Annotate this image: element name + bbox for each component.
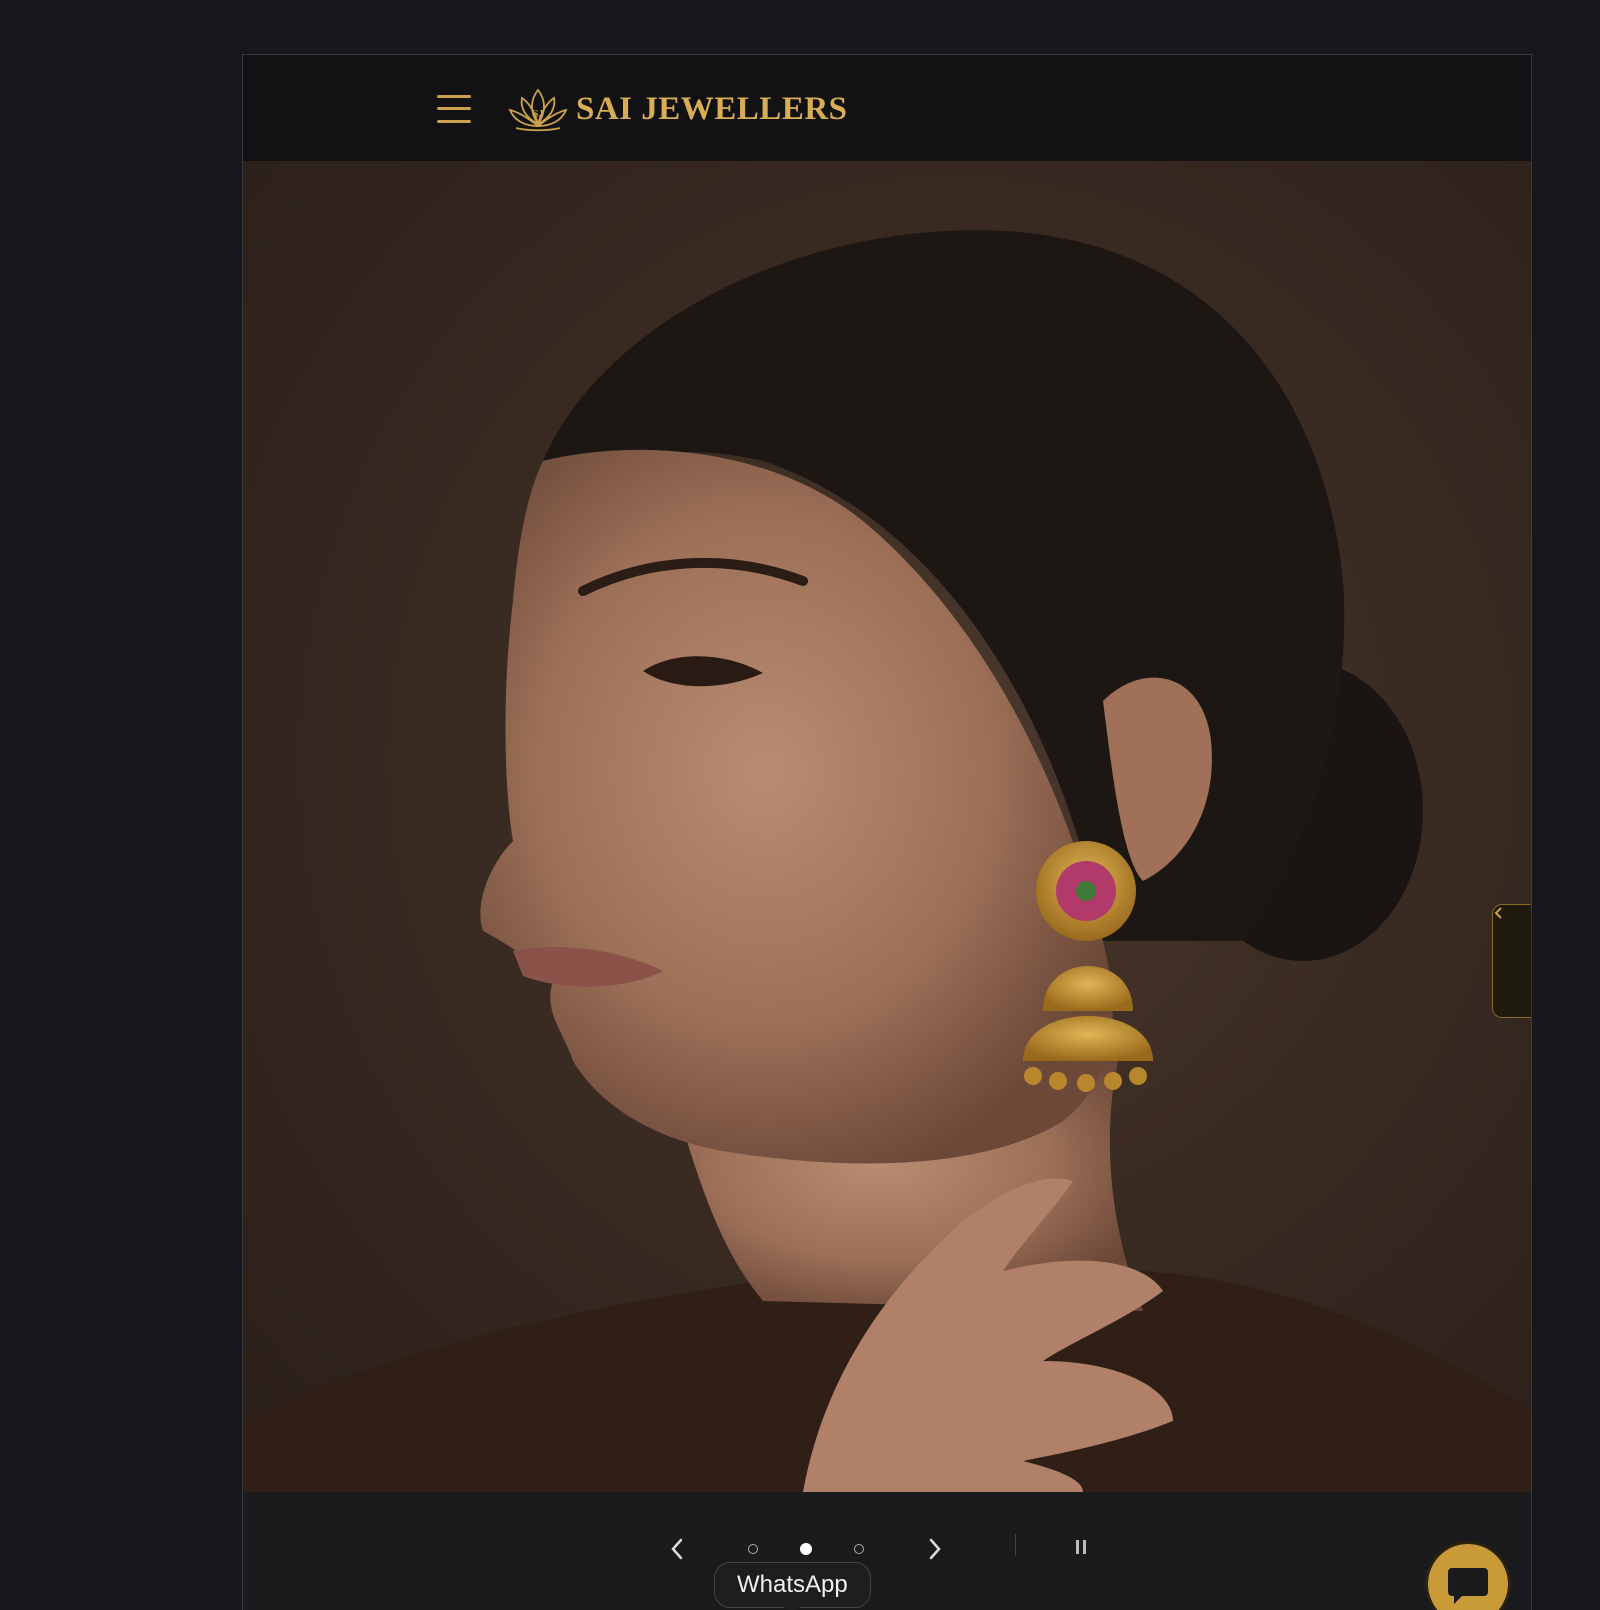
carousel-next-button[interactable]	[925, 1536, 945, 1567]
hero-image	[243, 161, 1531, 1492]
hero-portrait-illustration	[243, 230, 1531, 1492]
carousel-controls: WhatsApp	[243, 1492, 1531, 1610]
lotus-logo-icon: SJ	[508, 88, 568, 132]
pause-icon	[1076, 1540, 1086, 1554]
carousel-dot-active[interactable]	[800, 1543, 812, 1555]
hamburger-menu-icon	[437, 95, 471, 98]
app-frame: SJ SAI JEWELLERS WhatsApp	[242, 54, 1532, 1610]
carousel-prev-button[interactable]	[667, 1536, 687, 1567]
brand-logo[interactable]: SJ SAI JEWELLERS	[508, 85, 848, 133]
carousel-pause-button[interactable]	[1073, 1536, 1089, 1563]
logo-monogram: SJ	[532, 108, 544, 120]
chevron-right-icon	[929, 1538, 941, 1560]
carousel-dot[interactable]	[854, 1544, 864, 1554]
controls-divider	[1015, 1534, 1016, 1556]
side-panel-toggle[interactable]	[1492, 904, 1531, 1018]
chat-bubble-icon	[1448, 1568, 1488, 1604]
site-header: SJ SAI JEWELLERS	[243, 55, 1531, 161]
brand-name: SAI JEWELLERS	[576, 90, 848, 127]
hamburger-menu-icon-bar	[437, 120, 471, 123]
whatsapp-tooltip: WhatsApp	[714, 1562, 871, 1610]
hamburger-menu-icon-bar	[437, 107, 471, 110]
chat-button[interactable]	[1428, 1544, 1508, 1610]
chevron-left-icon	[1494, 907, 1502, 919]
menu-button[interactable]	[437, 93, 473, 125]
chevron-left-icon	[671, 1538, 683, 1560]
carousel-dot[interactable]	[748, 1544, 758, 1554]
